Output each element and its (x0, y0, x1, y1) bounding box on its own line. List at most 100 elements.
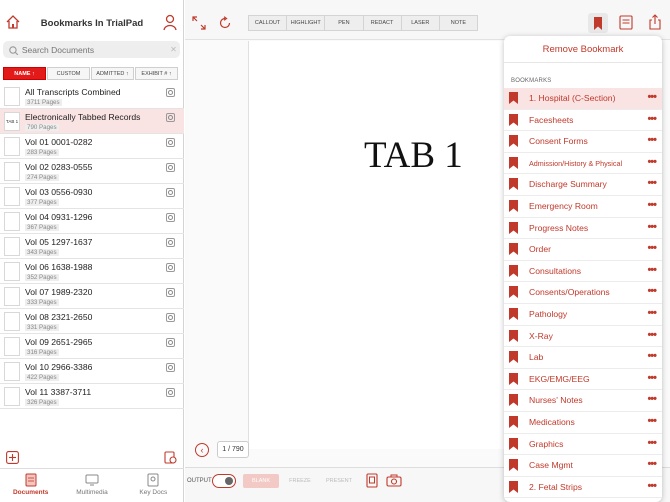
document-preview-icon[interactable] (166, 313, 175, 322)
document-preview-icon[interactable] (166, 263, 175, 272)
more-options-icon[interactable]: ••• (647, 372, 657, 384)
document-preview-icon[interactable] (166, 113, 175, 122)
tab-documents[interactable]: Documents (0, 469, 61, 502)
document-preview-icon[interactable] (166, 188, 175, 197)
document-row[interactable]: Vol 03 0556-0930 377 Pages (0, 184, 184, 209)
document-preview-icon[interactable] (166, 238, 175, 247)
more-options-icon[interactable]: ••• (647, 242, 657, 254)
more-options-icon[interactable]: ••• (647, 264, 657, 276)
more-options-icon[interactable]: ••• (647, 350, 657, 362)
bookmark-button[interactable] (588, 13, 608, 33)
document-preview-icon[interactable] (166, 163, 175, 172)
more-options-icon[interactable]: ••• (647, 393, 657, 405)
tool-callout[interactable]: CALLOUT (249, 16, 288, 30)
tool-redact[interactable]: REDACT (364, 16, 402, 30)
bookmark-row[interactable]: 2. Fetal Strips ••• (504, 477, 662, 499)
bookmark-row[interactable]: Discharge Summary ••• (504, 174, 662, 196)
document-row[interactable]: Vol 06 1638-1988 352 Pages (0, 259, 184, 284)
bookmark-row[interactable]: Nurses' Notes ••• (504, 390, 662, 412)
document-row[interactable]: Vol 07 1989-2320 333 Pages (0, 284, 184, 309)
sort-exhibit-button[interactable]: EXHIBIT # ↑ (135, 67, 178, 80)
sort-name-button[interactable]: NAME ↑ (3, 67, 46, 80)
bookmark-row[interactable]: Facesheets ••• (504, 110, 662, 132)
more-options-icon[interactable]: ••• (647, 91, 657, 103)
more-options-icon[interactable]: ••• (647, 134, 657, 146)
document-row[interactable]: All Transcripts Combined 3711 Pages (0, 84, 184, 109)
more-options-icon[interactable]: ••• (647, 285, 657, 297)
bookmark-row[interactable]: Consultations ••• (504, 261, 662, 283)
document-row[interactable]: Vol 08 2321-2650 331 Pages (0, 309, 184, 334)
user-icon[interactable] (162, 14, 178, 32)
document-preview-icon[interactable] (166, 213, 175, 222)
more-options-icon[interactable]: ••• (647, 307, 657, 319)
search-input[interactable] (21, 44, 171, 55)
bookmark-row[interactable]: Order ••• (504, 239, 662, 261)
document-row[interactable]: Vol 02 0283-0555 274 Pages (0, 159, 184, 184)
bookmark-row[interactable]: EKG/EMG/EEG ••• (504, 369, 662, 391)
output-toggle[interactable] (212, 474, 236, 488)
sort-admitted-button[interactable]: ADMITTED ↑ (91, 67, 134, 80)
search-bar[interactable]: ✕ (3, 41, 180, 58)
document-page-count: 316 Pages (25, 349, 59, 356)
tab-multimedia[interactable]: Multimedia (61, 469, 122, 502)
key-docs-icon (147, 473, 159, 487)
document-preview-icon[interactable] (166, 363, 175, 372)
bookmark-row[interactable]: Admission/History & Physical ••• (504, 153, 662, 175)
more-options-icon[interactable]: ••• (647, 156, 657, 168)
bookmark-row[interactable]: X-Ray ••• (504, 326, 662, 348)
more-options-icon[interactable]: ••• (647, 437, 657, 449)
more-options-icon[interactable]: ••• (647, 113, 657, 125)
document-preview-icon[interactable] (166, 288, 175, 297)
document-preview-icon[interactable] (166, 388, 175, 397)
more-options-icon[interactable]: ••• (647, 221, 657, 233)
share-icon[interactable] (648, 14, 662, 30)
more-options-icon[interactable]: ••• (647, 458, 657, 470)
document-preview-icon[interactable] (166, 338, 175, 347)
bookmark-row[interactable]: Consent Forms ••• (504, 131, 662, 153)
sort-custom-button[interactable]: CUSTOM (47, 67, 90, 80)
expand-icon[interactable] (192, 16, 206, 30)
tool-note[interactable]: NOTE (440, 16, 477, 30)
remove-bookmark-button[interactable]: Remove Bookmark (504, 44, 662, 55)
tab-key-docs[interactable]: Key Docs (123, 469, 184, 502)
document-row[interactable]: Vol 01 0001-0282 283 Pages (0, 134, 184, 159)
document-page[interactable]: TAB 1 (248, 41, 511, 449)
tool-pen[interactable]: PEN (325, 16, 364, 30)
more-options-icon[interactable]: ••• (647, 480, 657, 492)
document-preview-icon[interactable] (166, 138, 175, 147)
present-button[interactable]: PRESENT (321, 474, 357, 488)
tool-highlight[interactable]: HIGHLIGHT (287, 16, 326, 30)
freeze-button[interactable]: FREEZE (282, 474, 318, 488)
document-preview-icon[interactable] (166, 88, 175, 97)
document-row[interactable]: Vol 11 3387-3711 326 Pages (0, 384, 184, 409)
bookmark-row[interactable]: Case Mgmt ••• (504, 455, 662, 477)
camera-icon[interactable] (386, 474, 402, 487)
bookmark-row[interactable]: Pathology ••• (504, 304, 662, 326)
page-counter[interactable]: 1 / 790 (217, 441, 249, 458)
bookmark-row[interactable]: Graphics ••• (504, 434, 662, 456)
bookmark-row[interactable]: 1. Hospital (C-Section) ••• (504, 88, 662, 110)
document-row[interactable]: Vol 09 2651-2965 316 Pages (0, 334, 184, 359)
document-row[interactable]: Vol 10 2966-3386 422 Pages (0, 359, 184, 384)
more-options-icon[interactable]: ••• (647, 199, 657, 211)
notes-icon[interactable] (619, 15, 633, 30)
document-row[interactable]: TAB 1 Electronically Tabbed Records 790 Pa… (0, 109, 184, 134)
bookmark-row[interactable]: Medications ••• (504, 412, 662, 434)
more-options-icon[interactable]: ••• (647, 329, 657, 341)
export-document-icon[interactable] (164, 451, 177, 464)
previous-page-button[interactable]: ‹ (195, 443, 209, 457)
more-options-icon[interactable]: ••• (647, 177, 657, 189)
clip-icon[interactable] (366, 473, 378, 488)
document-row[interactable]: Vol 04 0931-1296 367 Pages (0, 209, 184, 234)
document-row[interactable]: Vol 05 1297-1637 343 Pages (0, 234, 184, 259)
more-options-icon[interactable]: ••• (647, 415, 657, 427)
bookmark-row[interactable]: Consents/Operations ••• (504, 282, 662, 304)
add-document-icon[interactable] (6, 451, 19, 464)
clear-search-icon[interactable]: ✕ (170, 45, 180, 54)
bookmark-row[interactable]: Lab ••• (504, 347, 662, 369)
tool-laser[interactable]: LASER (402, 16, 440, 30)
bookmark-row[interactable]: Emergency Room ••• (504, 196, 662, 218)
rotate-icon[interactable] (218, 16, 232, 30)
bookmark-row[interactable]: Progress Notes ••• (504, 218, 662, 240)
blank-button[interactable]: BLANK (243, 474, 279, 488)
